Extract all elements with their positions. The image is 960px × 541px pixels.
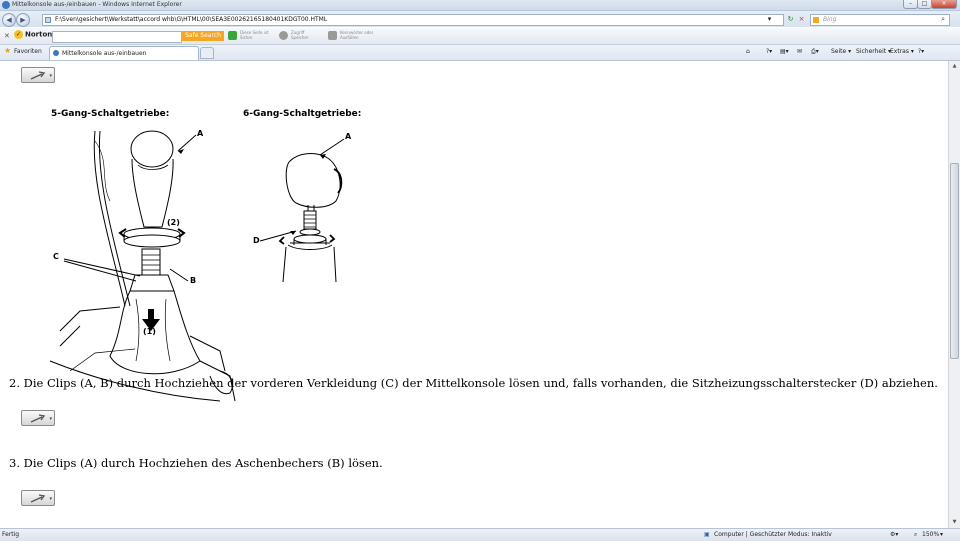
tab-mittelkonsole[interactable]: Mittelkonsole aus-/einbauen bbox=[49, 46, 199, 60]
shield-check-icon bbox=[228, 31, 237, 40]
label-2: (2) bbox=[167, 218, 180, 227]
security-zone[interactable]: Computer | Geschützter Modus: Inaktiv bbox=[714, 531, 832, 538]
new-tab-button[interactable] bbox=[200, 47, 214, 59]
scroll-thumb[interactable] bbox=[950, 163, 959, 359]
label-c: C bbox=[53, 252, 59, 261]
feeds-icon[interactable]: ▤▾ bbox=[780, 48, 789, 55]
step-2-text: 2. Die Clips (A, B) durch Hochziehen der… bbox=[9, 376, 938, 390]
page-menu[interactable]: Seite ▾ bbox=[831, 48, 851, 55]
address-field[interactable]: F:\Sven\gesichert\Werkstatt\accord whb\G… bbox=[42, 14, 784, 26]
heading-6-gang: 6-Gang-Schaltgetriebe: bbox=[243, 109, 362, 119]
help-icon[interactable]: ?▾ bbox=[766, 48, 772, 55]
identity-icon bbox=[328, 31, 337, 40]
diagram-6-gang: A D bbox=[253, 132, 352, 283]
search-input[interactable]: Bing ⌕ bbox=[810, 14, 950, 26]
address-url[interactable]: F:\Sven\gesichert\Werkstatt\accord whb\G… bbox=[55, 16, 327, 23]
vault-icon bbox=[279, 31, 288, 40]
label-a-5: A bbox=[197, 129, 204, 138]
vertical-scrollbar[interactable]: ▲ ▼ bbox=[948, 61, 960, 528]
mail-icon[interactable]: ✉ bbox=[797, 48, 802, 55]
computer-icon: ▣ bbox=[704, 531, 710, 538]
forward-button[interactable]: ▶ bbox=[16, 13, 30, 27]
norton-fill-button[interactable]: Kennwörter oder Ausfüllen bbox=[328, 30, 373, 40]
print-icon[interactable]: ⎙▾ bbox=[811, 48, 819, 56]
status-bar: Fertig ▣ Computer | Geschützter Modus: I… bbox=[0, 528, 960, 541]
help-menu[interactable]: ?▾ bbox=[918, 48, 924, 55]
image-button[interactable]: ▾ bbox=[21, 490, 55, 506]
home-icon[interactable]: ⌂ bbox=[746, 48, 750, 55]
norton-search-input[interactable] bbox=[52, 31, 182, 43]
close-toolbar-icon[interactable]: ✕ bbox=[4, 32, 10, 40]
bing-icon bbox=[813, 17, 819, 23]
step-3-text: 3. Die Clips (A) durch Hochziehen des As… bbox=[9, 456, 383, 470]
back-button[interactable]: ◀ bbox=[2, 13, 16, 27]
window-title: Mittelkonsole aus-/einbauen - Windows In… bbox=[12, 1, 182, 8]
ie-icon bbox=[2, 1, 10, 9]
image-button[interactable]: ▾ bbox=[21, 410, 55, 426]
zoom-dropdown-icon[interactable]: ▾ bbox=[940, 531, 943, 538]
zoom-icon[interactable]: ⌕ bbox=[914, 531, 917, 539]
label-1: (1) bbox=[143, 327, 156, 336]
magnifier-icon[interactable]: ⌕ bbox=[941, 15, 945, 24]
norton-access-button[interactable]: Zugriff Speicher bbox=[279, 30, 309, 40]
title-bar: Mittelkonsole aus-/einbauen - Windows In… bbox=[0, 0, 960, 11]
label-b: B bbox=[190, 276, 196, 285]
close-window-button[interactable]: × bbox=[931, 0, 957, 9]
security-menu[interactable]: Sicherheit ▾ bbox=[856, 48, 891, 55]
heading-5-gang: 5-Gang-Schaltgetriebe: bbox=[51, 109, 170, 119]
label-d: D bbox=[253, 236, 260, 245]
favorites-star-icon[interactable]: ★ bbox=[4, 46, 11, 55]
tab-page-icon bbox=[53, 50, 59, 56]
norton-site-safe-button[interactable]: Diese Seite ist Sicher bbox=[228, 30, 269, 40]
safe-search-button[interactable]: Safe Search bbox=[182, 31, 224, 41]
norton-toolbar: ✕ ✓ Norton Safe Search Diese Seite ist Si… bbox=[0, 28, 960, 45]
navigation-bar: ◀ ▶ F:\Sven\gesichert\Werkstatt\accord w… bbox=[0, 11, 960, 27]
diagram-5-gang: A (2) C B (1) bbox=[49, 129, 236, 402]
dropdown-icon[interactable]: ▾ bbox=[765, 15, 774, 24]
norton-check-icon: ✓ bbox=[14, 30, 23, 39]
scroll-down-button[interactable]: ▼ bbox=[949, 517, 960, 527]
favorites-button[interactable]: Favoriten bbox=[14, 48, 42, 55]
norton-logo: ✓ Norton bbox=[14, 30, 53, 39]
page-content: ▾ 5-Gang-Schaltgetriebe: 6-Gang-Schaltge… bbox=[0, 61, 948, 528]
maximize-button[interactable]: □ bbox=[917, 0, 932, 9]
scroll-up-button[interactable]: ▲ bbox=[949, 61, 960, 71]
zoom-level[interactable]: 150% bbox=[922, 531, 939, 538]
tab-title: Mittelkonsole aus-/einbauen bbox=[62, 50, 147, 57]
favorites-bar: ★ Favoriten Mittelkonsole aus-/einbauen … bbox=[0, 45, 960, 61]
protected-mode-icon[interactable]: ⚙▾ bbox=[890, 531, 898, 538]
status-text: Fertig bbox=[2, 531, 20, 538]
page-icon bbox=[45, 17, 51, 23]
minimize-button[interactable]: – bbox=[903, 0, 918, 9]
extras-menu[interactable]: Extras ▾ bbox=[890, 48, 914, 55]
refresh-button[interactable]: ↻ bbox=[786, 15, 795, 24]
stop-button[interactable]: × bbox=[797, 15, 806, 24]
image-button[interactable]: ▾ bbox=[21, 67, 55, 83]
label-a-6: A bbox=[345, 132, 352, 141]
search-placeholder: Bing bbox=[823, 16, 837, 23]
